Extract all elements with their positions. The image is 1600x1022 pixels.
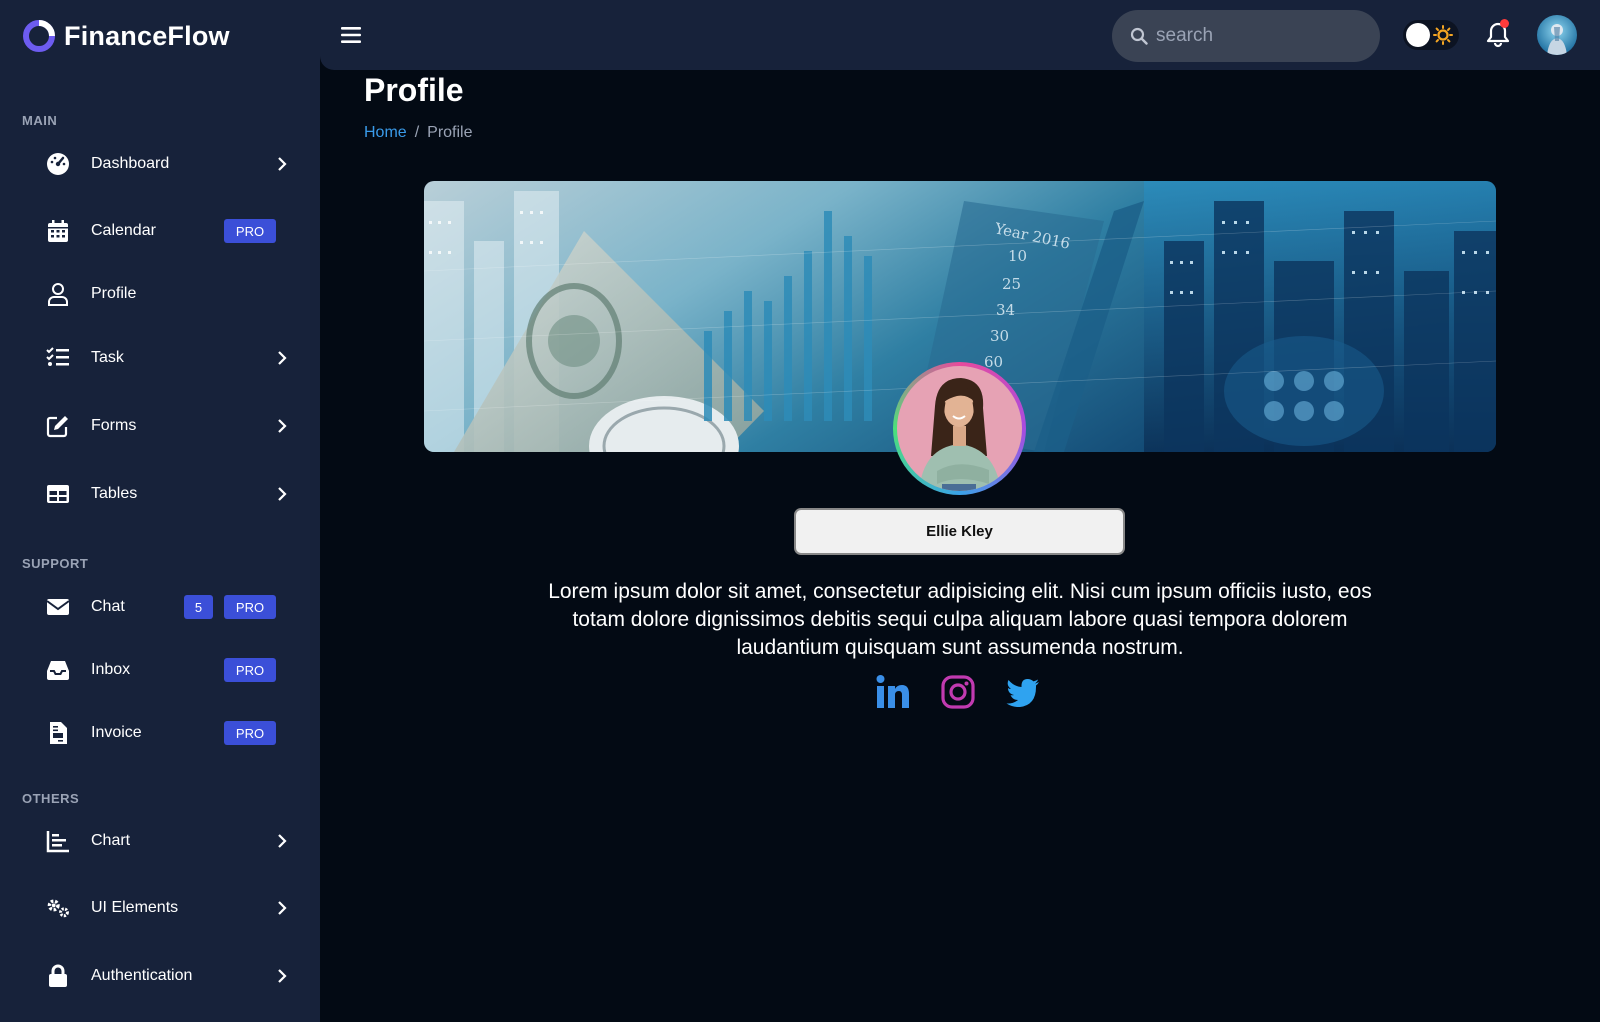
- chevron-right-icon: [278, 901, 287, 915]
- user-icon: [45, 281, 71, 307]
- sidebar-item-label: Chart: [91, 832, 131, 849]
- section-label-support: SUPPORT: [22, 556, 89, 571]
- logo-icon: [23, 20, 55, 52]
- section-label-main: MAIN: [22, 113, 58, 128]
- sidebar-item-label: Chat: [91, 598, 125, 615]
- notification-dot: [1500, 19, 1509, 28]
- svg-text:30: 30: [990, 327, 1009, 345]
- chevron-right-icon: [278, 834, 287, 848]
- sidebar-item-label: Profile: [91, 285, 137, 302]
- profile-avatar: [893, 362, 1026, 495]
- profile-bio: Lorem ipsum dolor sit amet, consectetur …: [548, 580, 1372, 659]
- calendar-icon: [45, 218, 71, 244]
- chevron-right-icon: [278, 157, 287, 171]
- svg-text:25: 25: [1002, 275, 1021, 293]
- sidebar-item-forms[interactable]: Forms: [0, 400, 320, 452]
- pro-badge: PRO: [224, 219, 276, 243]
- gears-icon: [45, 895, 71, 921]
- sidebar: FinanceFlow MAIN Dashboard Calendar PRO …: [0, 0, 320, 1022]
- gauge-icon: [45, 151, 71, 177]
- breadcrumb-home-link[interactable]: Home: [364, 124, 407, 142]
- svg-text:10: 10: [1008, 247, 1027, 265]
- sidebar-item-label: Calendar: [91, 222, 156, 239]
- sidebar-item-label: Tables: [91, 485, 138, 502]
- chevron-right-icon: [278, 351, 287, 365]
- count-badge: 5: [184, 595, 213, 619]
- toggle-knob: [1406, 23, 1430, 47]
- sidebar-item-dashboard[interactable]: Dashboard: [0, 138, 320, 190]
- pro-badge: PRO: [224, 595, 276, 619]
- pro-badge: PRO: [224, 721, 276, 745]
- twitter-icon[interactable]: [1005, 674, 1041, 710]
- chevron-right-icon: [278, 487, 287, 501]
- page-title: Profile: [364, 72, 464, 108]
- instagram-icon[interactable]: [940, 674, 976, 710]
- linkedin-icon[interactable]: [875, 674, 911, 710]
- sidebar-item-chat[interactable]: Chat 5 PRO: [0, 581, 320, 633]
- brand[interactable]: FinanceFlow: [22, 18, 230, 54]
- sidebar-item-label: Forms: [91, 417, 137, 434]
- sidebar-item-inbox[interactable]: Inbox PRO: [0, 644, 320, 696]
- svg-text:34: 34: [996, 301, 1015, 319]
- sidebar-item-calendar[interactable]: Calendar PRO: [0, 205, 320, 257]
- invoice-icon: [45, 720, 71, 746]
- profile-name-button[interactable]: Ellie Kley: [794, 508, 1125, 555]
- inbox-icon: [45, 657, 71, 683]
- breadcrumb: Home / Profile: [364, 124, 473, 142]
- breadcrumb-current: Profile: [427, 124, 473, 141]
- edit-icon: [45, 413, 71, 439]
- sidebar-item-label: Inbox: [91, 661, 131, 678]
- sun-icon: [1433, 25, 1453, 45]
- theme-toggle[interactable]: [1403, 20, 1459, 50]
- sidebar-item-label: Task: [91, 349, 124, 366]
- table-icon: [45, 481, 71, 507]
- avatar-image: [1537, 15, 1577, 55]
- envelope-icon: [45, 594, 71, 620]
- section-label-others: OTHERS: [22, 791, 80, 806]
- sidebar-item-label: Authentication: [91, 967, 193, 984]
- checklist-icon: [45, 345, 71, 371]
- sidebar-item-profile[interactable]: Profile: [0, 268, 320, 320]
- sidebar-item-tables[interactable]: Tables: [0, 468, 320, 520]
- sidebar-item-chart[interactable]: Chart: [0, 815, 320, 867]
- sidebar-item-invoice[interactable]: Invoice PRO: [0, 707, 320, 759]
- brand-name: FinanceFlow: [64, 20, 230, 51]
- pro-badge: PRO: [224, 658, 276, 682]
- lock-icon: [45, 963, 71, 989]
- chart-icon: [45, 828, 71, 854]
- search-box[interactable]: [1112, 10, 1380, 62]
- search-input[interactable]: [1156, 20, 1356, 52]
- sidebar-item-ui-elements[interactable]: UI Elements: [0, 882, 320, 934]
- sidebar-item-label: UI Elements: [91, 899, 179, 916]
- profile-photo: [897, 366, 1022, 491]
- search-icon: [1130, 27, 1148, 45]
- chevron-right-icon: [278, 969, 287, 983]
- chevron-right-icon: [278, 419, 287, 433]
- sidebar-item-task[interactable]: Task: [0, 332, 320, 384]
- sidebar-item-label: Dashboard: [91, 155, 170, 172]
- sidebar-item-authentication[interactable]: Authentication: [0, 950, 320, 1002]
- breadcrumb-separator: /: [414, 124, 420, 141]
- topbar: [320, 0, 1600, 70]
- sidebar-item-label: Invoice: [91, 724, 142, 741]
- hamburger-menu-icon[interactable]: [340, 24, 362, 46]
- user-avatar[interactable]: [1537, 15, 1577, 55]
